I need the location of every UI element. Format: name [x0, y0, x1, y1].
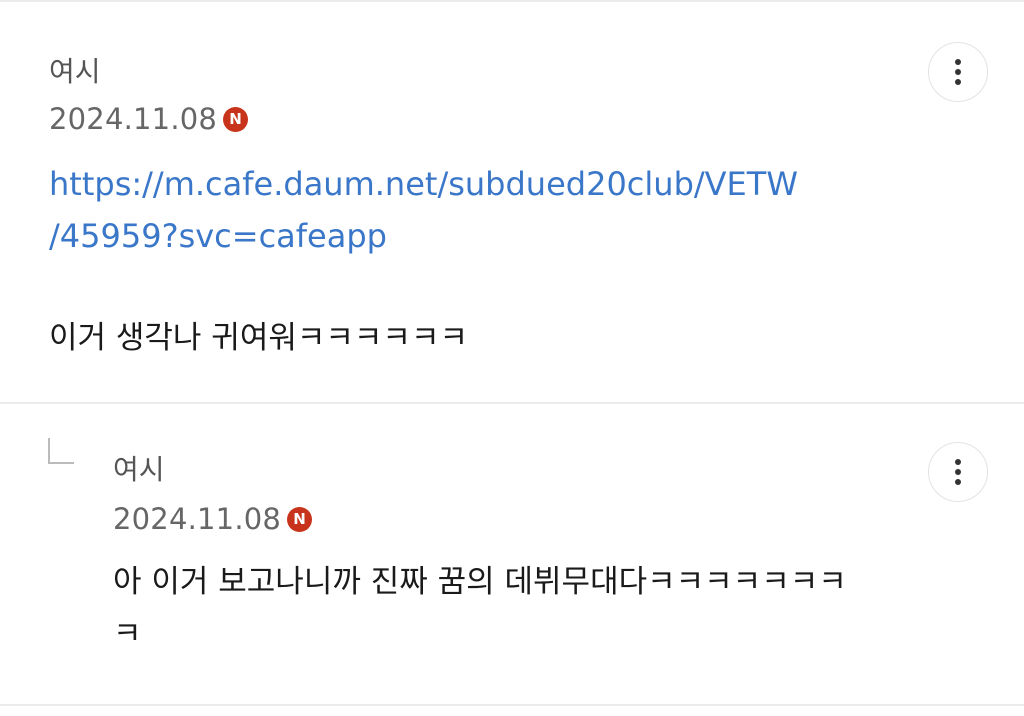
more-vertical-icon: [955, 459, 961, 485]
comment-author[interactable]: 여시: [113, 452, 165, 488]
more-options-button[interactable]: [928, 442, 988, 502]
comment-list: 여시 2024.11.08 N https://m.cafe.daum.net/…: [0, 0, 1024, 716]
more-options-button[interactable]: [928, 42, 988, 102]
reply-item: 여시 2024.11.08 N 아 이거 보고나니까 진짜 꿈의 데뷔무대다ㅋㅋ…: [0, 404, 1024, 704]
comment-date: 2024.11.08: [49, 102, 218, 136]
comment-text: 이거 생각나 귀여워ㅋㅋㅋㅋㅋㅋ: [49, 320, 468, 356]
reply-arrow-icon: [48, 438, 74, 464]
comment-meta: 2024.11.08 N: [113, 499, 313, 539]
comment-date: 2024.11.08: [113, 502, 282, 536]
comment-text-line1: 아 이거 보고나니까 진짜 꿈의 데뷔무대다ㅋㅋㅋㅋㅋㅋㅋ: [113, 564, 847, 600]
new-badge: N: [223, 106, 249, 132]
comment-link-line1: https://m.cafe.daum.net/subdued20club/VE…: [49, 165, 798, 203]
comment-text-line2: ㅋ: [113, 616, 142, 652]
comment-author[interactable]: 여시: [49, 54, 101, 90]
comment-item: 여시 2024.11.08 N https://m.cafe.daum.net/…: [0, 2, 1024, 402]
comment-link-line2: /45959?svc=cafeapp: [49, 217, 387, 255]
comment-link[interactable]: https://m.cafe.daum.net/subdued20club/VE…: [49, 158, 798, 262]
more-vertical-icon: [955, 59, 961, 85]
divider: [0, 704, 1024, 706]
new-badge: N: [287, 506, 313, 532]
comment-meta: 2024.11.08 N: [49, 99, 249, 139]
comment-text: 아 이거 보고나니까 진짜 꿈의 데뷔무대다ㅋㅋㅋㅋㅋㅋㅋ ㅋ: [113, 556, 847, 660]
